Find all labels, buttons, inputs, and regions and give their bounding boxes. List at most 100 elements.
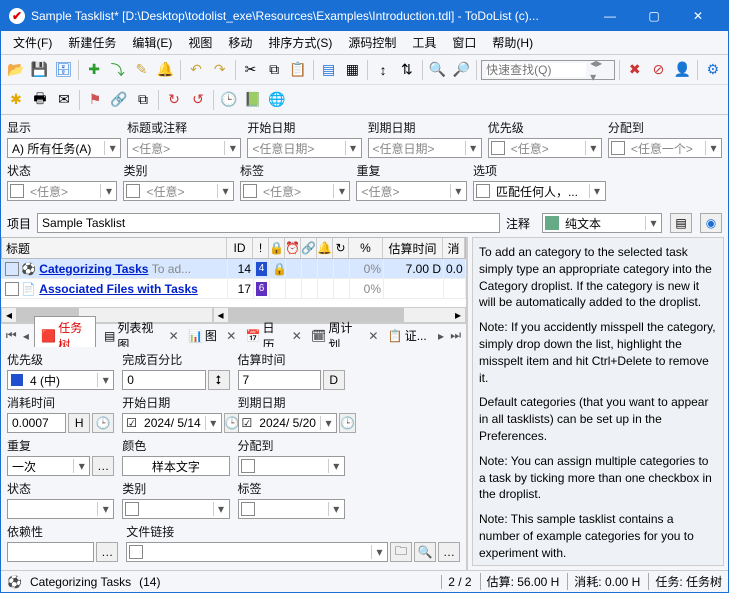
- det-file-search[interactable]: 🔍: [414, 542, 436, 562]
- filter-tag[interactable]: <任意>▾: [240, 181, 350, 201]
- filter2-icon[interactable]: ▦: [341, 59, 363, 81]
- security-icon[interactable]: 👤: [671, 59, 693, 81]
- clock-icon[interactable]: 🕒: [218, 89, 240, 111]
- col-pct[interactable]: %: [349, 238, 383, 258]
- filter-icon[interactable]: ▤: [318, 59, 340, 81]
- menu-edit[interactable]: 编辑(E): [124, 32, 180, 53]
- menu-sort[interactable]: 排序方式(S): [260, 32, 340, 53]
- det-file-browse[interactable]: 🗀: [390, 542, 412, 562]
- tab-more[interactable]: 📋 证...: [382, 325, 433, 346]
- filter-cat[interactable]: <任意>▾: [123, 181, 233, 201]
- det-due[interactable]: ☑2024/ 5/20▾: [238, 413, 337, 433]
- sync-icon[interactable]: ↻: [163, 89, 185, 111]
- menu-file[interactable]: 文件(F): [5, 32, 60, 53]
- col-est[interactable]: 估算时间: [383, 238, 443, 258]
- col-id[interactable]: ID: [227, 238, 253, 258]
- findnext-icon[interactable]: 🔎: [450, 59, 472, 81]
- findprev-icon[interactable]: 🔍: [427, 59, 449, 81]
- addtask-icon[interactable]: ✚: [83, 59, 105, 81]
- mail-icon[interactable]: ✉: [53, 89, 75, 111]
- sort2-icon[interactable]: ⇅: [396, 59, 418, 81]
- edit-icon[interactable]: ✎: [131, 59, 153, 81]
- filter-due[interactable]: <任意日期>▾: [368, 138, 482, 158]
- col-bell[interactable]: 🔔: [317, 238, 333, 258]
- puzzle-icon[interactable]: ✱: [5, 89, 27, 111]
- addsub-icon[interactable]: ⤵: [107, 59, 129, 81]
- filter-title[interactable]: <任意>▾: [127, 138, 241, 158]
- det-file-dots[interactable]: …: [438, 542, 460, 562]
- notes-btn1[interactable]: ▤: [670, 213, 692, 233]
- det-color[interactable]: 样本文字: [122, 456, 229, 476]
- tab-first[interactable]: ⏮: [5, 328, 18, 343]
- det-status[interactable]: ▾: [7, 499, 114, 519]
- det-pct[interactable]: 0: [122, 370, 205, 390]
- sync2-icon[interactable]: ↺: [187, 89, 209, 111]
- filter-prio[interactable]: <任意>▾: [488, 138, 602, 158]
- filter-opt[interactable]: 匹配任何人，...▾: [473, 181, 606, 201]
- table-row[interactable]: 📄 Associated Files with Tasks 17 6 0%: [1, 279, 466, 299]
- det-tags[interactable]: ▾: [238, 499, 345, 519]
- det-repeat-btn[interactable]: …: [92, 456, 114, 476]
- col-prio[interactable]: !: [253, 238, 269, 258]
- tab-last[interactable]: ⏭: [449, 328, 462, 343]
- det-depend-btn[interactable]: …: [96, 542, 118, 562]
- filter-repeat[interactable]: <任意>▾: [356, 181, 466, 201]
- det-assign[interactable]: ▾: [238, 456, 345, 476]
- menu-move[interactable]: 移动: [220, 32, 260, 53]
- bell-icon[interactable]: 🔔: [154, 59, 176, 81]
- filter-assign[interactable]: <任意一个>▾: [608, 138, 722, 158]
- col-title[interactable]: 标题: [2, 238, 227, 258]
- link-icon[interactable]: 🔗: [108, 89, 130, 111]
- tab-next[interactable]: ▸: [435, 329, 448, 343]
- det-repeat[interactable]: 一次▾: [7, 456, 90, 476]
- quickfind-box[interactable]: ◂▸ ▾: [481, 60, 615, 80]
- col-rep[interactable]: ↻: [333, 238, 349, 258]
- open-icon[interactable]: 📂: [5, 59, 27, 81]
- gear-icon[interactable]: ⚙: [702, 59, 724, 81]
- minimize-button[interactable]: —: [588, 1, 632, 31]
- redo-icon[interactable]: ↷: [209, 59, 231, 81]
- menu-newtask[interactable]: 新建任务: [60, 32, 124, 53]
- book-icon[interactable]: 📗: [242, 89, 264, 111]
- sort-icon[interactable]: ↕: [372, 59, 394, 81]
- col-lock[interactable]: 🔒: [269, 238, 285, 258]
- col-link[interactable]: 🔗: [301, 238, 317, 258]
- saveall-icon[interactable]: 🗄: [52, 59, 74, 81]
- det-est-unit[interactable]: D: [323, 370, 345, 390]
- close-button[interactable]: ✕: [676, 1, 720, 31]
- filter-start[interactable]: <任意日期>▾: [247, 138, 361, 158]
- globe-icon[interactable]: 🌐: [266, 89, 288, 111]
- print-icon[interactable]: 🖶: [29, 89, 51, 111]
- cut-icon[interactable]: ✂: [240, 59, 262, 81]
- menu-src[interactable]: 源码控制: [340, 32, 404, 53]
- det-cons-unit[interactable]: H: [68, 413, 90, 433]
- delete-icon[interactable]: ✖: [624, 59, 646, 81]
- det-start[interactable]: ☑2024/ 5/14▾: [122, 413, 221, 433]
- tab-prev[interactable]: ◂: [20, 329, 33, 343]
- menu-tools[interactable]: 工具: [404, 32, 444, 53]
- copy-icon[interactable]: ⧉: [263, 59, 285, 81]
- det-pct-spin[interactable]: ⭥: [208, 370, 230, 390]
- cancel-icon[interactable]: ⊘: [648, 59, 670, 81]
- notes-format[interactable]: 纯文本▾: [542, 213, 662, 233]
- det-est[interactable]: 7: [238, 370, 321, 390]
- save-icon[interactable]: 💾: [29, 59, 51, 81]
- maximize-button[interactable]: ▢: [632, 1, 676, 31]
- notes-btn2[interactable]: ◉: [700, 213, 722, 233]
- col-clock[interactable]: ⏰: [285, 238, 301, 258]
- quickfind-input[interactable]: [486, 63, 586, 77]
- menu-view[interactable]: 视图: [180, 32, 220, 53]
- tab-chart[interactable]: 📊 图: [182, 325, 223, 346]
- det-depend[interactable]: [7, 542, 94, 562]
- det-cons-clock[interactable]: 🕒: [92, 413, 114, 433]
- table-row[interactable]: ⚽ Categorizing Tasks To ad... 14 4 🔒 0% …: [1, 259, 466, 279]
- filter-display[interactable]: A) 所有任务(A)▾: [7, 138, 121, 158]
- menu-window[interactable]: 窗口: [444, 32, 484, 53]
- project-input[interactable]: [37, 213, 500, 233]
- det-prio[interactable]: 4 (中)▾: [7, 370, 114, 390]
- dep-icon[interactable]: ⧉: [132, 89, 154, 111]
- filter-status[interactable]: <任意>▾: [7, 181, 117, 201]
- det-cons[interactable]: 0.0007: [7, 413, 66, 433]
- paste-icon[interactable]: 📋: [287, 59, 309, 81]
- notes-body[interactable]: To add an category to the selected task …: [472, 237, 724, 566]
